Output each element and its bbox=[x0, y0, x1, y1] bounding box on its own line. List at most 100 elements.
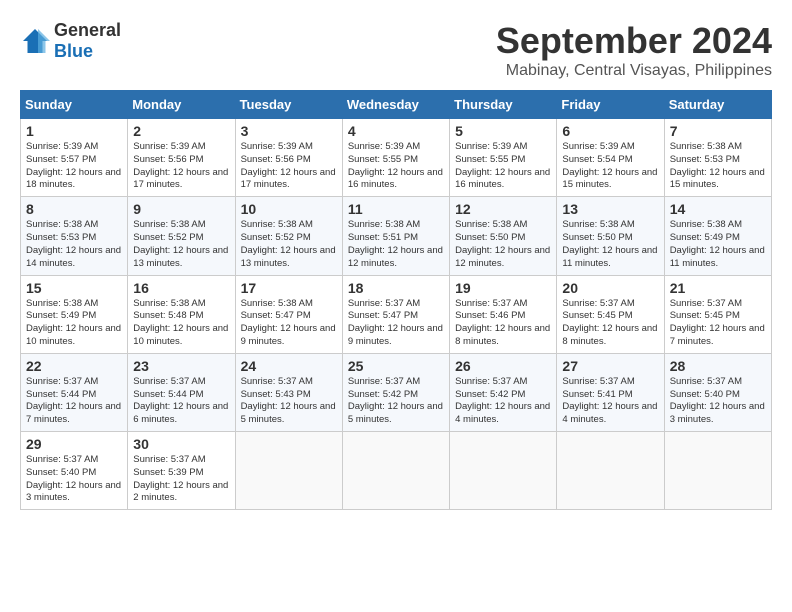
calendar-week-4: 22 Sunrise: 5:37 AMSunset: 5:44 PMDayligh… bbox=[21, 353, 772, 431]
calendar-cell-1-5: 5 Sunrise: 5:39 AMSunset: 5:55 PMDaylight… bbox=[450, 119, 557, 197]
calendar-week-1: 1 Sunrise: 5:39 AMSunset: 5:57 PMDaylight… bbox=[21, 119, 772, 197]
day-info: Sunrise: 5:38 AMSunset: 5:53 PMDaylight:… bbox=[670, 141, 766, 192]
location-title: Mabinay, Central Visayas, Philippines bbox=[496, 62, 772, 80]
logo: General Blue bbox=[20, 20, 121, 62]
day-info: Sunrise: 5:37 AMSunset: 5:42 PMDaylight:… bbox=[455, 376, 551, 427]
page-header: General Blue September 2024 Mabinay, Cen… bbox=[20, 20, 772, 80]
calendar-cell-2-3: 10Sunrise: 5:38 AMSunset: 5:52 PMDayligh… bbox=[235, 197, 342, 275]
day-info: Sunrise: 5:39 AMSunset: 5:56 PMDaylight:… bbox=[133, 141, 229, 192]
calendar-cell-1-7: 7 Sunrise: 5:38 AMSunset: 5:53 PMDaylight… bbox=[664, 119, 771, 197]
day-number: 10 bbox=[241, 201, 337, 217]
calendar-table: SundayMondayTuesdayWednesdayThursdayFrid… bbox=[20, 90, 772, 510]
logo-general: General bbox=[54, 20, 121, 40]
month-title: September 2024 bbox=[496, 20, 772, 62]
day-info: Sunrise: 5:37 AMSunset: 5:47 PMDaylight:… bbox=[348, 298, 444, 349]
calendar-cell-5-3 bbox=[235, 432, 342, 510]
calendar-cell-2-4: 11 Sunrise: 5:38 AMSunset: 5:51 PMDayligh… bbox=[342, 197, 449, 275]
day-info: Sunrise: 5:37 AMSunset: 5:46 PMDaylight:… bbox=[455, 298, 551, 349]
calendar-cell-2-6: 13 Sunrise: 5:38 AMSunset: 5:50 PMDayligh… bbox=[557, 197, 664, 275]
day-number: 14 bbox=[670, 201, 766, 217]
calendar-week-2: 8 Sunrise: 5:38 AMSunset: 5:53 PMDaylight… bbox=[21, 197, 772, 275]
calendar-cell-1-2: 2 Sunrise: 5:39 AMSunset: 5:56 PMDaylight… bbox=[128, 119, 235, 197]
day-info: Sunrise: 5:37 AMSunset: 5:44 PMDaylight:… bbox=[26, 376, 122, 427]
header-monday: Monday bbox=[128, 91, 235, 119]
day-info: Sunrise: 5:38 AMSunset: 5:50 PMDaylight:… bbox=[562, 219, 658, 270]
header-saturday: Saturday bbox=[664, 91, 771, 119]
day-info: Sunrise: 5:39 AMSunset: 5:55 PMDaylight:… bbox=[455, 141, 551, 192]
logo-blue: Blue bbox=[54, 41, 93, 61]
calendar-body: 1 Sunrise: 5:39 AMSunset: 5:57 PMDaylight… bbox=[21, 119, 772, 510]
day-info: Sunrise: 5:37 AMSunset: 5:42 PMDaylight:… bbox=[348, 376, 444, 427]
day-number: 5 bbox=[455, 123, 551, 139]
calendar-cell-5-5 bbox=[450, 432, 557, 510]
day-number: 6 bbox=[562, 123, 658, 139]
day-number: 30 bbox=[133, 436, 229, 452]
calendar-cell-5-4 bbox=[342, 432, 449, 510]
day-info: Sunrise: 5:37 AMSunset: 5:41 PMDaylight:… bbox=[562, 376, 658, 427]
day-number: 23 bbox=[133, 358, 229, 374]
day-number: 8 bbox=[26, 201, 122, 217]
calendar-cell-3-3: 17Sunrise: 5:38 AMSunset: 5:47 PMDayligh… bbox=[235, 275, 342, 353]
day-info: Sunrise: 5:37 AMSunset: 5:44 PMDaylight:… bbox=[133, 376, 229, 427]
day-number: 17 bbox=[241, 280, 337, 296]
day-number: 1 bbox=[26, 123, 122, 139]
day-number: 13 bbox=[562, 201, 658, 217]
calendar-cell-5-2: 30 Sunrise: 5:37 AMSunset: 5:39 PMDayligh… bbox=[128, 432, 235, 510]
header-wednesday: Wednesday bbox=[342, 91, 449, 119]
day-info: Sunrise: 5:39 AMSunset: 5:57 PMDaylight:… bbox=[26, 141, 122, 192]
day-number: 9 bbox=[133, 201, 229, 217]
day-number: 12 bbox=[455, 201, 551, 217]
calendar-cell-1-1: 1 Sunrise: 5:39 AMSunset: 5:57 PMDaylight… bbox=[21, 119, 128, 197]
calendar-cell-4-3: 24 Sunrise: 5:37 AMSunset: 5:43 PMDayligh… bbox=[235, 353, 342, 431]
calendar-cell-2-5: 12 Sunrise: 5:38 AMSunset: 5:50 PMDayligh… bbox=[450, 197, 557, 275]
calendar-cell-1-6: 6 Sunrise: 5:39 AMSunset: 5:54 PMDaylight… bbox=[557, 119, 664, 197]
day-info: Sunrise: 5:38 AMSunset: 5:48 PMDaylight:… bbox=[133, 298, 229, 349]
header-tuesday: Tuesday bbox=[235, 91, 342, 119]
day-number: 29 bbox=[26, 436, 122, 452]
day-number: 11 bbox=[348, 201, 444, 217]
day-number: 19 bbox=[455, 280, 551, 296]
calendar-cell-2-1: 8 Sunrise: 5:38 AMSunset: 5:53 PMDaylight… bbox=[21, 197, 128, 275]
day-info: Sunrise: 5:38 AMSunset: 5:52 PMDaylight:… bbox=[133, 219, 229, 270]
day-info: Sunrise: 5:39 AMSunset: 5:56 PMDaylight:… bbox=[241, 141, 337, 192]
day-info: Sunrise: 5:38 AMSunset: 5:49 PMDaylight:… bbox=[670, 219, 766, 270]
day-info: Sunrise: 5:37 AMSunset: 5:43 PMDaylight:… bbox=[241, 376, 337, 427]
calendar-cell-4-7: 28Sunrise: 5:37 AMSunset: 5:40 PMDayligh… bbox=[664, 353, 771, 431]
day-info: Sunrise: 5:38 AMSunset: 5:49 PMDaylight:… bbox=[26, 298, 122, 349]
day-number: 7 bbox=[670, 123, 766, 139]
day-number: 2 bbox=[133, 123, 229, 139]
day-number: 22 bbox=[26, 358, 122, 374]
day-info: Sunrise: 5:38 AMSunset: 5:51 PMDaylight:… bbox=[348, 219, 444, 270]
day-number: 25 bbox=[348, 358, 444, 374]
day-info: Sunrise: 5:38 AMSunset: 5:53 PMDaylight:… bbox=[26, 219, 122, 270]
day-info: Sunrise: 5:37 AMSunset: 5:39 PMDaylight:… bbox=[133, 454, 229, 505]
header-thursday: Thursday bbox=[450, 91, 557, 119]
day-info: Sunrise: 5:39 AMSunset: 5:54 PMDaylight:… bbox=[562, 141, 658, 192]
calendar-cell-5-6 bbox=[557, 432, 664, 510]
calendar-cell-4-1: 22 Sunrise: 5:37 AMSunset: 5:44 PMDayligh… bbox=[21, 353, 128, 431]
day-number: 28 bbox=[670, 358, 766, 374]
calendar-cell-2-2: 9 Sunrise: 5:38 AMSunset: 5:52 PMDaylight… bbox=[128, 197, 235, 275]
day-number: 18 bbox=[348, 280, 444, 296]
calendar-cell-2-7: 14 Sunrise: 5:38 AMSunset: 5:49 PMDayligh… bbox=[664, 197, 771, 275]
day-number: 16 bbox=[133, 280, 229, 296]
calendar-cell-3-6: 20Sunrise: 5:37 AMSunset: 5:45 PMDayligh… bbox=[557, 275, 664, 353]
calendar-cell-4-5: 26 Sunrise: 5:37 AMSunset: 5:42 PMDayligh… bbox=[450, 353, 557, 431]
day-number: 4 bbox=[348, 123, 444, 139]
day-number: 27 bbox=[562, 358, 658, 374]
day-info: Sunrise: 5:39 AMSunset: 5:55 PMDaylight:… bbox=[348, 141, 444, 192]
day-number: 24 bbox=[241, 358, 337, 374]
day-info: Sunrise: 5:38 AMSunset: 5:50 PMDaylight:… bbox=[455, 219, 551, 270]
day-info: Sunrise: 5:37 AMSunset: 5:45 PMDaylight:… bbox=[562, 298, 658, 349]
calendar-cell-4-4: 25 Sunrise: 5:37 AMSunset: 5:42 PMDayligh… bbox=[342, 353, 449, 431]
calendar-cell-4-6: 27 Sunrise: 5:37 AMSunset: 5:41 PMDayligh… bbox=[557, 353, 664, 431]
day-info: Sunrise: 5:37 AMSunset: 5:40 PMDaylight:… bbox=[26, 454, 122, 505]
title-section: September 2024 Mabinay, Central Visayas,… bbox=[496, 20, 772, 80]
calendar-cell-5-1: 29 Sunrise: 5:37 AMSunset: 5:40 PMDayligh… bbox=[21, 432, 128, 510]
calendar-cell-1-4: 4 Sunrise: 5:39 AMSunset: 5:55 PMDaylight… bbox=[342, 119, 449, 197]
calendar-week-3: 15 Sunrise: 5:38 AMSunset: 5:49 PMDayligh… bbox=[21, 275, 772, 353]
calendar-cell-5-7 bbox=[664, 432, 771, 510]
day-number: 26 bbox=[455, 358, 551, 374]
day-number: 15 bbox=[26, 280, 122, 296]
calendar-cell-3-4: 18 Sunrise: 5:37 AMSunset: 5:47 PMDayligh… bbox=[342, 275, 449, 353]
